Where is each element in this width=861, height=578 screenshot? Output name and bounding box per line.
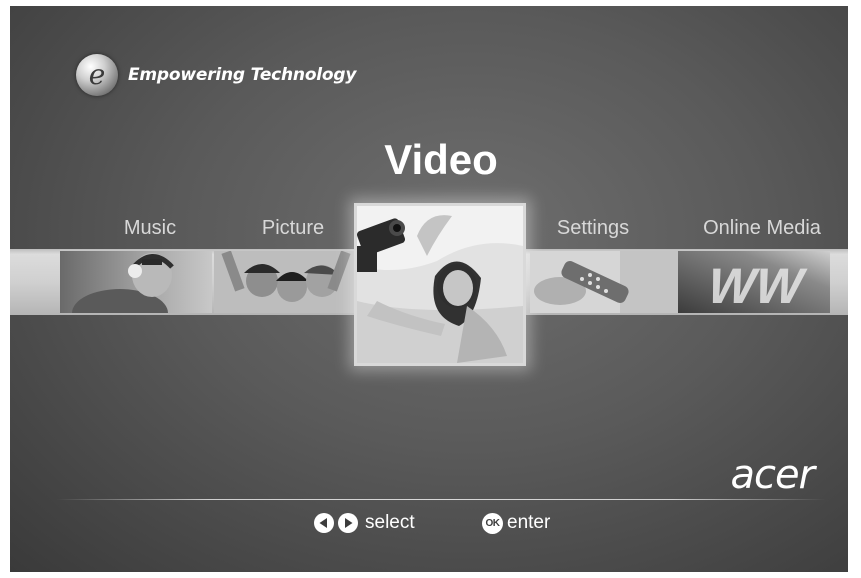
media-center-screen: e Empowering Technology Video Music Pict… — [10, 6, 848, 572]
arrow-left-icon — [314, 513, 334, 533]
remote-control-photo — [530, 251, 682, 313]
ok-button-icon: OK — [482, 513, 503, 534]
page-title: Video — [384, 136, 498, 183]
woman-with-camcorder-photo — [357, 206, 523, 363]
www-photo: WW — [678, 251, 830, 313]
menu-label-music[interactable]: Music — [90, 217, 210, 240]
navigation-hints: select OK enter — [10, 511, 848, 537]
menu-label-picture[interactable]: Picture — [228, 217, 358, 240]
headphones-listener-photo — [60, 251, 212, 313]
e-globe-icon: e — [76, 54, 118, 96]
menu-label-settings[interactable]: Settings — [528, 217, 658, 240]
menu-label-online-media[interactable]: Online Media — [682, 217, 842, 240]
select-hint-label: select — [365, 512, 415, 533]
svg-text:e: e — [89, 58, 106, 91]
brand-tagline: Empowering Technology — [128, 65, 357, 85]
menu-item-picture[interactable] — [214, 251, 366, 313]
menu-item-video-selected[interactable] — [354, 203, 526, 366]
svg-text:WW: WW — [701, 258, 810, 313]
menu-item-settings[interactable] — [530, 251, 682, 313]
arrow-right-icon — [338, 513, 358, 533]
menu-item-music[interactable] — [60, 251, 212, 313]
acer-logo: acer — [730, 452, 815, 498]
menu-item-online-media[interactable]: WW — [678, 251, 830, 313]
brand-header: e Empowering Technology — [76, 54, 356, 96]
enter-hint-label: enter — [507, 512, 551, 533]
group-of-friends-photo — [214, 251, 366, 313]
footer-divider — [56, 499, 826, 500]
